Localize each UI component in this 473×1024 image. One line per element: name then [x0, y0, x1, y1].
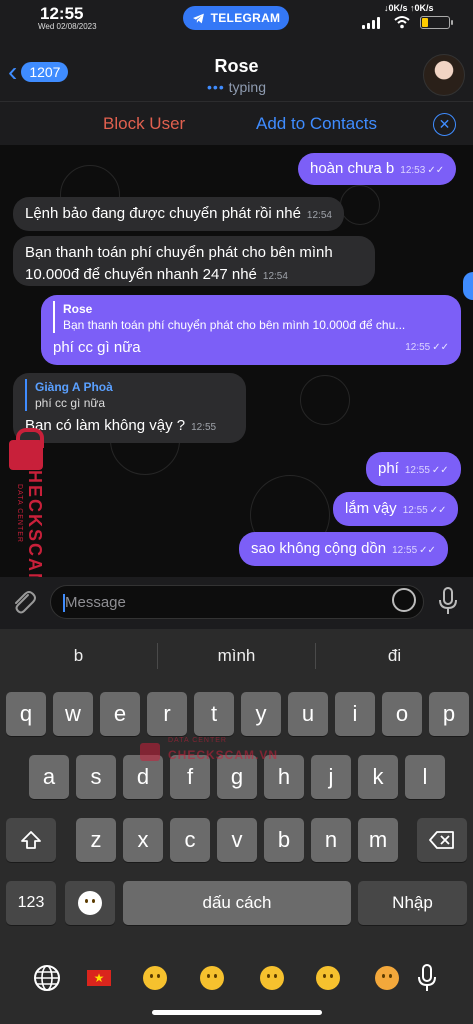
shift-icon: [21, 831, 41, 849]
key-a[interactable]: a: [29, 755, 69, 799]
reply-quote[interactable]: Giàng A Phoà phí cc gì nữa: [25, 379, 234, 411]
scroll-side-tab[interactable]: [463, 272, 473, 300]
key-u[interactable]: u: [288, 692, 328, 736]
typing-status: ••• typing: [207, 79, 266, 95]
read-check-icon: ✓✓: [419, 545, 436, 556]
key-y[interactable]: y: [241, 692, 281, 736]
suggestion-item[interactable]: đi: [316, 629, 473, 683]
add-to-contacts-button[interactable]: Add to Contacts: [256, 114, 377, 134]
reply-quote[interactable]: Rose Bạn thanh toán phí chuyển phát cho …: [53, 301, 449, 333]
emoji-shush-icon[interactable]: [257, 963, 287, 993]
emoji-icon: [78, 891, 102, 915]
delete-icon: [429, 831, 454, 849]
emoji-pleading-icon[interactable]: [197, 963, 227, 993]
home-indicator[interactable]: [152, 1010, 322, 1015]
key-r[interactable]: r: [147, 692, 187, 736]
flag-vn-icon[interactable]: ★: [84, 963, 114, 993]
attach-icon[interactable]: [8, 587, 38, 617]
emoji-confused-icon[interactable]: [313, 963, 343, 993]
suggestion-item[interactable]: mình: [158, 629, 315, 683]
key-n[interactable]: n: [311, 818, 351, 862]
key-k[interactable]: k: [358, 755, 398, 799]
date-label: Wed 02/08/2023: [38, 22, 97, 31]
keyboard-watermark: DATA CENTER CHECKSCAM.VN: [140, 735, 280, 775]
clock: 12:55: [40, 4, 84, 23]
key-i[interactable]: i: [335, 692, 375, 736]
enter-key[interactable]: Nhập: [358, 881, 467, 925]
read-check-icon: ✓✓: [427, 165, 445, 176]
key-p[interactable]: p: [429, 692, 469, 736]
typing-dots-icon: •••: [207, 79, 225, 95]
key-q[interactable]: q: [6, 692, 46, 736]
delete-key[interactable]: [417, 818, 467, 862]
message-list[interactable]: hoàn chưa b 12:53 ✓✓ Lệnh bảo đang được ch…: [0, 145, 473, 577]
key-s[interactable]: s: [76, 755, 116, 799]
network-speed: ↓0K/s ↑0K/s: [384, 3, 434, 13]
message-incoming[interactable]: Bạn thanh toán phí chuyển phát cho bên m…: [13, 236, 375, 286]
key-m[interactable]: m: [358, 818, 398, 862]
shift-key[interactable]: [6, 818, 56, 862]
battery-icon: [420, 16, 453, 29]
emoji-smile-icon[interactable]: [140, 963, 170, 993]
message-input[interactable]: Message: [50, 585, 424, 619]
action-bar: Block User Add to Contacts ✕: [0, 101, 473, 145]
key-e[interactable]: e: [100, 692, 140, 736]
message-outgoing[interactable]: phí 12:55 ✓✓: [366, 452, 461, 486]
read-check-icon: ✓✓: [432, 342, 449, 353]
chat-header: ‹ 1207 Rose ••• typing: [0, 40, 473, 101]
key-j[interactable]: j: [311, 755, 351, 799]
telegram-icon: [192, 13, 204, 23]
message-outgoing-reply[interactable]: Rose Bạn thanh toán phí chuyển phát cho …: [41, 295, 461, 365]
emoji-cat-icon[interactable]: [372, 963, 402, 993]
message-incoming-reply[interactable]: Giàng A Phoà phí cc gì nữa Bạn có làm kh…: [13, 373, 246, 443]
sticker-icon[interactable]: [392, 588, 416, 612]
key-x[interactable]: x: [123, 818, 163, 862]
globe-icon[interactable]: [32, 963, 62, 993]
numbers-key[interactable]: 123: [6, 881, 56, 925]
avatar[interactable]: [423, 54, 465, 96]
key-w[interactable]: w: [53, 692, 93, 736]
read-check-icon: ✓✓: [429, 505, 447, 516]
telegram-return-pill[interactable]: TELEGRAM: [183, 6, 289, 30]
signal-icon: [362, 17, 380, 29]
key-v[interactable]: v: [217, 818, 257, 862]
key-b[interactable]: b: [264, 818, 304, 862]
key-l[interactable]: l: [405, 755, 445, 799]
keyboard: b mình đi q w e r t y u i o p a s d f g …: [0, 629, 473, 1024]
key-z[interactable]: z: [76, 818, 116, 862]
key-c[interactable]: c: [170, 818, 210, 862]
space-key[interactable]: dấu cách: [123, 881, 351, 925]
wifi-icon: [394, 16, 410, 29]
block-user-button[interactable]: Block User: [103, 114, 185, 134]
dictation-mic-icon[interactable]: [412, 963, 442, 993]
key-t[interactable]: t: [194, 692, 234, 736]
read-check-icon: ✓✓: [431, 465, 449, 476]
message-outgoing[interactable]: lắm vậy 12:55 ✓✓: [333, 492, 459, 526]
key-o[interactable]: o: [382, 692, 422, 736]
emoji-key[interactable]: [65, 881, 115, 925]
mic-icon[interactable]: [436, 586, 460, 616]
message-incoming[interactable]: Lệnh bảo đang được chuyển phát rồi nhé 12…: [13, 197, 344, 231]
suggestion-item[interactable]: b: [0, 629, 157, 683]
contact-name[interactable]: Rose: [0, 56, 473, 77]
message-outgoing[interactable]: hoàn chưa b 12:53 ✓✓: [298, 153, 457, 185]
close-icon[interactable]: ✕: [433, 113, 456, 136]
pill-label: TELEGRAM: [210, 11, 281, 25]
status-bar: 12:55 Wed 02/08/2023 TELEGRAM ↓0K/s ↑0K/…: [0, 0, 473, 40]
message-outgoing[interactable]: sao không cộng dồn 12:55 ✓✓: [239, 532, 448, 566]
